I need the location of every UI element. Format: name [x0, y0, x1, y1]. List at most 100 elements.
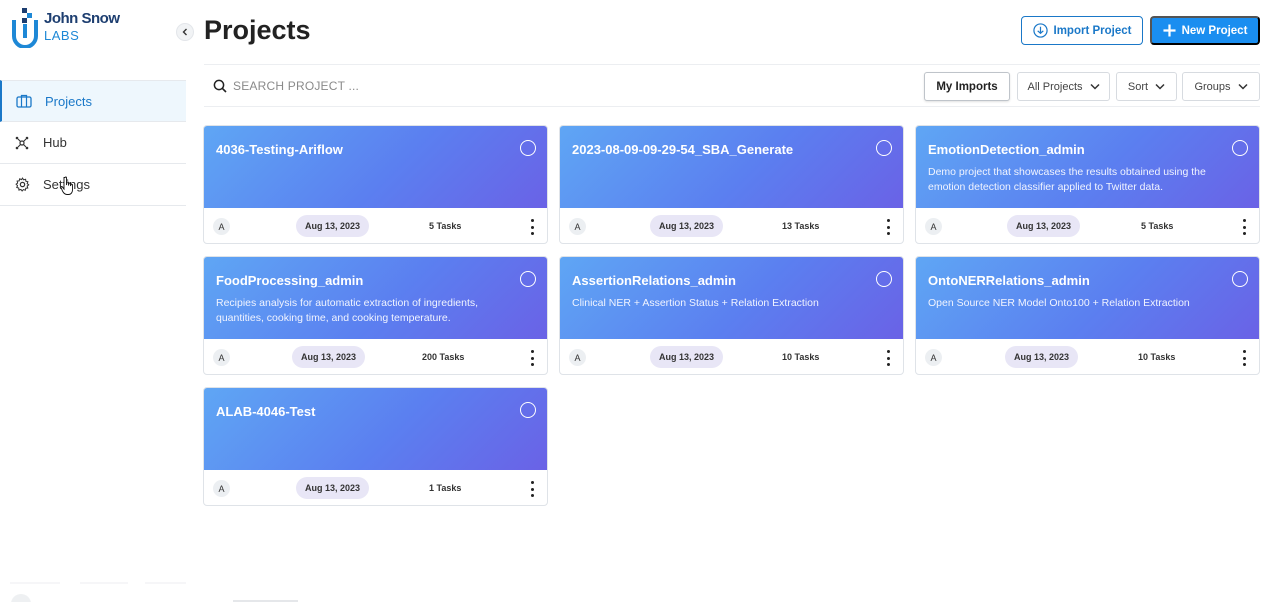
import-project-button[interactable]: Import Project: [1021, 16, 1143, 45]
project-card[interactable]: ALAB-4046-Test A Aug 13, 2023 1 Tasks: [203, 387, 548, 506]
sidebar-item-label: Hub: [43, 135, 67, 150]
project-card[interactable]: FoodProcessing_admin Recipies analysis f…: [203, 256, 548, 375]
project-select-radio[interactable]: [520, 140, 536, 156]
logo-mark-icon: [12, 8, 38, 49]
all-projects-dropdown[interactable]: All Projects: [1017, 72, 1110, 101]
project-card-footer: A Aug 13, 2023 200 Tasks: [204, 339, 547, 374]
project-card[interactable]: EmotionDetection_admin Demo project that…: [915, 125, 1260, 244]
briefcase-icon: [16, 93, 32, 109]
brand-subname: LABS: [44, 28, 80, 43]
chevron-down-icon: [1089, 83, 1100, 90]
owner-avatar: A: [925, 349, 942, 366]
search-icon: [213, 79, 227, 98]
owner-avatar: A: [213, 349, 230, 366]
app-window: John Snow LABS Projects Hub Projects Imp…: [0, 0, 1278, 602]
groups-label: Groups: [1194, 80, 1231, 93]
task-count: 5 Tasks: [1141, 221, 1174, 231]
plus-icon: [1163, 24, 1176, 37]
project-title: 2023-08-09-09-29-54_SBA_Generate: [572, 142, 794, 157]
project-card-footer: A Aug 13, 2023 13 Tasks: [560, 208, 903, 243]
project-card-header: FoodProcessing_admin Recipies analysis f…: [204, 257, 547, 339]
project-card[interactable]: AssertionRelations_admin Clinical NER + …: [559, 256, 904, 375]
chevron-down-icon: [1155, 83, 1165, 90]
project-card-footer: A Aug 13, 2023 5 Tasks: [916, 208, 1259, 243]
more-options-icon[interactable]: [527, 480, 537, 498]
brand-name: John Snow: [44, 10, 120, 27]
task-count: 10 Tasks: [782, 352, 820, 362]
project-select-radio[interactable]: [876, 140, 892, 156]
my-imports-button[interactable]: My Imports: [924, 72, 1010, 101]
more-options-icon[interactable]: [883, 349, 893, 367]
more-options-icon[interactable]: [527, 218, 537, 236]
sidebar-nav: Projects Hub Settings: [0, 80, 186, 206]
project-title: EmotionDetection_admin: [928, 142, 1085, 157]
project-select-radio[interactable]: [1232, 140, 1248, 156]
brand-logo[interactable]: John Snow LABS: [12, 8, 142, 50]
project-description: Demo project that showcases the results …: [928, 166, 1206, 193]
project-title: ALAB-4046-Test: [216, 404, 316, 419]
task-count: 200 Tasks: [422, 352, 465, 362]
project-title: AssertionRelations_admin: [572, 273, 736, 288]
search-input[interactable]: [233, 76, 533, 96]
chevron-down-icon: [1238, 83, 1248, 90]
project-date: Aug 13, 2023: [650, 346, 724, 368]
sidebar-collapse-button[interactable]: [176, 23, 194, 41]
sidebar-item-projects[interactable]: Projects: [0, 80, 186, 122]
more-options-icon[interactable]: [1239, 218, 1249, 236]
owner-avatar: A: [213, 480, 230, 497]
new-project-button[interactable]: New Project: [1150, 16, 1260, 45]
chevron-left-icon: [182, 28, 187, 36]
groups-dropdown[interactable]: Groups: [1182, 72, 1260, 101]
task-count: 5 Tasks: [429, 221, 462, 231]
project-date: Aug 13, 2023: [650, 215, 724, 237]
project-card[interactable]: OntoNERRelations_admin Open Source NER M…: [915, 256, 1260, 375]
project-card[interactable]: 2023-08-09-09-29-54_SBA_Generate A Aug 1…: [559, 125, 904, 244]
project-card-footer: A Aug 13, 2023 10 Tasks: [916, 339, 1259, 374]
project-title: OntoNERRelations_admin: [928, 273, 1090, 288]
project-card-footer: A Aug 13, 2023 5 Tasks: [204, 208, 547, 243]
project-date: Aug 13, 2023: [1007, 215, 1081, 237]
import-project-label: Import Project: [1053, 24, 1132, 37]
more-options-icon[interactable]: [883, 218, 893, 236]
my-imports-label: My Imports: [936, 80, 998, 93]
project-date: Aug 13, 2023: [296, 477, 370, 499]
project-card-header: OntoNERRelations_admin Open Source NER M…: [916, 257, 1259, 339]
project-description: Open Source NER Model Onto100 + Relation…: [928, 297, 1190, 309]
project-card-header: EmotionDetection_admin Demo project that…: [916, 126, 1259, 208]
project-select-radio[interactable]: [520, 402, 536, 418]
download-circle-icon: [1032, 23, 1048, 38]
project-title: 4036-Testing-Ariflow: [216, 142, 343, 157]
sort-dropdown[interactable]: Sort: [1116, 72, 1177, 101]
task-count: 1 Tasks: [429, 483, 462, 493]
owner-avatar: A: [925, 218, 942, 235]
project-card[interactable]: 4036-Testing-Ariflow A Aug 13, 2023 5 Ta…: [203, 125, 548, 244]
page-title: Projects: [204, 15, 311, 45]
more-options-icon[interactable]: [527, 349, 537, 367]
project-card-footer: A Aug 13, 2023 1 Tasks: [204, 470, 547, 505]
sidebar-item-label: Projects: [45, 93, 92, 109]
project-select-radio[interactable]: [876, 271, 892, 287]
project-select-radio[interactable]: [520, 271, 536, 287]
project-card-header: AssertionRelations_admin Clinical NER + …: [560, 257, 903, 339]
sidebar-item-hub[interactable]: Hub: [0, 122, 186, 164]
sidebar-item-settings[interactable]: Settings: [0, 164, 186, 206]
hand-cursor-icon: [60, 176, 76, 196]
task-count: 10 Tasks: [1138, 352, 1176, 362]
project-card-header: 2023-08-09-09-29-54_SBA_Generate: [560, 126, 903, 208]
owner-avatar: A: [569, 349, 586, 366]
project-description: Clinical NER + Assertion Status + Relati…: [572, 297, 819, 309]
owner-avatar: A: [213, 218, 230, 235]
hub-icon: [14, 135, 30, 151]
sidebar: John Snow LABS Projects Hub: [0, 0, 298, 602]
gear-icon: [14, 177, 30, 193]
project-select-radio[interactable]: [1232, 271, 1248, 287]
project-date: Aug 13, 2023: [296, 215, 370, 237]
more-options-icon[interactable]: [1239, 349, 1249, 367]
project-card-header: 4036-Testing-Ariflow: [204, 126, 547, 208]
project-date: Aug 13, 2023: [1005, 346, 1079, 368]
project-date: Aug 13, 2023: [292, 346, 366, 368]
owner-avatar: A: [569, 218, 586, 235]
project-toolbar: My Imports All Projects Sort Groups: [204, 64, 1260, 107]
new-project-label: New Project: [1181, 24, 1248, 37]
project-description: Recipies analysis for automatic extracti…: [216, 297, 479, 324]
